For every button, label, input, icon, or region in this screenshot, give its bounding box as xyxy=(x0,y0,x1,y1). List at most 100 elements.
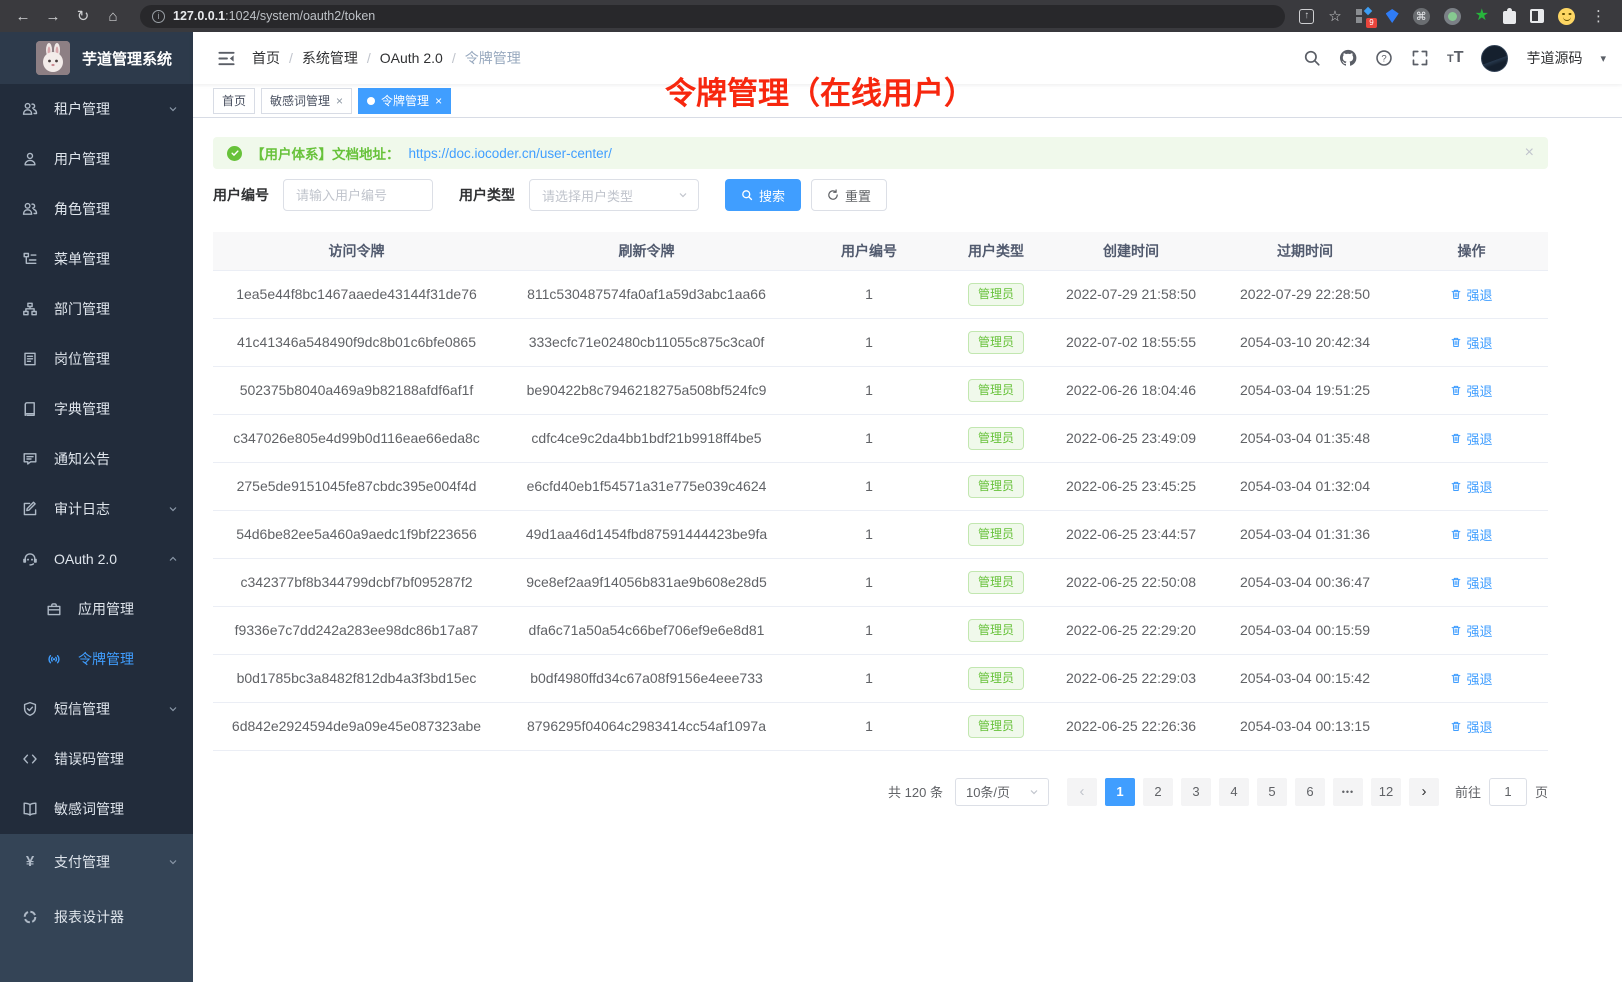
close-icon[interactable]: × xyxy=(435,95,442,107)
force-logout-label: 强退 xyxy=(1466,669,1492,688)
username[interactable]: 芋道源码 xyxy=(1526,48,1582,68)
page-button-5[interactable]: 5 xyxy=(1257,778,1287,806)
user-avatar[interactable] xyxy=(1481,45,1508,72)
font-size-icon[interactable]: TT xyxy=(1447,49,1464,67)
sidebar-item-sensitive-word[interactable]: 敏感词管理 xyxy=(0,784,193,834)
close-icon[interactable]: × xyxy=(336,95,343,107)
cell-user-id: 1 xyxy=(793,462,945,510)
sidebar-item-audit-log[interactable]: 审计日志 xyxy=(0,484,193,534)
sidebar-item-user[interactable]: 用户管理 xyxy=(0,134,193,184)
cell-created-time: 2022-06-25 22:26:36 xyxy=(1047,702,1215,750)
sidebar-item-sms[interactable]: 短信管理 xyxy=(0,684,193,734)
goto-page-input[interactable] xyxy=(1489,778,1527,806)
cell-refresh-token: dfa6c71a50a54c66bef706ef9e6e8d81 xyxy=(500,606,793,654)
breadcrumb-system[interactable]: 系统管理 xyxy=(302,48,358,68)
page-button-3[interactable]: 3 xyxy=(1181,778,1211,806)
prev-page-button[interactable]: ‹ xyxy=(1067,778,1097,806)
sidebar-item-oauth[interactable]: OAuth 2.0 xyxy=(0,534,193,584)
sidebar-item-menu[interactable]: 菜单管理 xyxy=(0,234,193,284)
share-icon[interactable]: ↑ xyxy=(1299,9,1314,24)
user-type-badge: 管理员 xyxy=(968,523,1024,546)
breadcrumb-oauth[interactable]: OAuth 2.0 xyxy=(380,50,443,66)
sidebar-item-report-designer[interactable]: 报表设计器 xyxy=(0,889,193,944)
sidebar-item-post[interactable]: 岗位管理 xyxy=(0,334,193,384)
fullscreen-icon[interactable] xyxy=(1411,49,1429,67)
record-extension-icon[interactable] xyxy=(1444,8,1461,25)
browser-back-button[interactable]: ← xyxy=(10,3,36,29)
force-logout-button[interactable]: 强退 xyxy=(1450,381,1492,400)
page-size-select[interactable]: 10条/页 xyxy=(955,778,1049,806)
search-button[interactable]: 搜索 xyxy=(725,179,801,211)
browser-home-button[interactable]: ⌂ xyxy=(100,3,126,29)
sidebar-item-label: 短信管理 xyxy=(54,699,151,719)
force-logout-button[interactable]: 强退 xyxy=(1450,525,1492,544)
force-logout-button[interactable]: 强退 xyxy=(1450,477,1492,496)
tab-home[interactable]: 首页 xyxy=(213,88,255,114)
force-logout-button[interactable]: 强退 xyxy=(1450,285,1492,304)
sidebar-item-label: 字典管理 xyxy=(54,399,179,419)
sidebar-item-oauth-token[interactable]: 令牌管理 xyxy=(0,634,193,684)
command-extension-icon[interactable]: ⌘ xyxy=(1413,8,1430,25)
page-button-2[interactable]: 2 xyxy=(1143,778,1173,806)
breadcrumb-home[interactable]: 首页 xyxy=(252,48,280,68)
extension-blocks-icon[interactable]: 9 xyxy=(1356,8,1372,24)
reset-button[interactable]: 重置 xyxy=(811,179,887,211)
table-header-row: 访问令牌 刷新令牌 用户编号 用户类型 创建时间 过期时间 操作 xyxy=(213,232,1548,270)
page-button-12[interactable]: 12 xyxy=(1371,778,1401,806)
sidebar-item-tenant[interactable]: 租户管理 xyxy=(0,84,193,134)
tab-sensitive-word[interactable]: 敏感词管理× xyxy=(261,88,352,114)
sidebar-item-dict[interactable]: 字典管理 xyxy=(0,384,193,434)
cell-created-time: 2022-06-26 18:04:46 xyxy=(1047,366,1215,414)
sidebar-item-notice[interactable]: 通知公告 xyxy=(0,434,193,484)
force-logout-button[interactable]: 强退 xyxy=(1450,669,1492,688)
page-ellipsis[interactable]: ••• xyxy=(1333,778,1363,806)
reset-button-label: 重置 xyxy=(845,186,871,205)
browser-menu-icon[interactable]: ⋮ xyxy=(1589,7,1608,25)
cell-expire-time: 2022-07-29 22:28:50 xyxy=(1215,270,1395,318)
cell-refresh-token: 333ecfc71e02480cb11055c875c3ca0f xyxy=(500,318,793,366)
next-page-button[interactable]: › xyxy=(1409,778,1439,806)
col-access-token: 访问令牌 xyxy=(213,232,500,270)
user-id-input[interactable] xyxy=(283,179,433,211)
annotation-title: 令牌管理（在线用户） xyxy=(665,68,975,113)
search-icon[interactable] xyxy=(1303,49,1321,67)
sidebar-item-dept[interactable]: 部门管理 xyxy=(0,284,193,334)
page-button-4[interactable]: 4 xyxy=(1219,778,1249,806)
page-button-6[interactable]: 6 xyxy=(1295,778,1325,806)
site-info-icon[interactable]: i xyxy=(152,10,165,23)
cell-actions: 强退 xyxy=(1395,654,1548,702)
user-type-select[interactable]: 请选择用户类型 xyxy=(529,179,699,211)
tab-token-active[interactable]: 令牌管理× xyxy=(358,88,451,114)
alert-close-icon[interactable]: × xyxy=(1525,145,1534,161)
puzzle-extensions-icon[interactable] xyxy=(1503,11,1516,24)
green-star-extension-icon[interactable]: ★ xyxy=(1475,8,1489,24)
force-logout-button[interactable]: 强退 xyxy=(1450,573,1492,592)
doc-link[interactable]: https://doc.iocoder.cn/user-center/ xyxy=(409,146,612,161)
address-bar[interactable]: i 127.0.0.1:1024/system/oauth2/token xyxy=(140,5,1285,28)
user-caret-icon[interactable]: ▾ xyxy=(1600,52,1606,65)
sidebar-item-oauth-app[interactable]: 应用管理 xyxy=(0,584,193,634)
browser-reload-button[interactable]: ↻ xyxy=(70,3,96,29)
sidebar-item-role[interactable]: 角色管理 xyxy=(0,184,193,234)
briefcase-icon xyxy=(46,601,62,617)
alert-text: 【用户体系】文档地址： xyxy=(251,143,400,163)
bookmark-star-icon[interactable]: ☆ xyxy=(1328,7,1341,25)
sidebar-collapse-icon[interactable] xyxy=(217,49,236,68)
profile-avatar-icon[interactable] xyxy=(1558,8,1575,25)
force-logout-button[interactable]: 强退 xyxy=(1450,621,1492,640)
force-logout-button[interactable]: 强退 xyxy=(1450,717,1492,736)
github-icon[interactable] xyxy=(1339,49,1357,67)
gem-extension-icon[interactable] xyxy=(1386,9,1399,23)
sidebar-item-errcode[interactable]: 错误码管理 xyxy=(0,734,193,784)
force-logout-button[interactable]: 强退 xyxy=(1450,429,1492,448)
force-logout-button[interactable]: 强退 xyxy=(1450,333,1492,352)
side-panel-icon[interactable] xyxy=(1530,9,1544,23)
help-icon[interactable]: ? xyxy=(1375,49,1393,67)
page-button-1[interactable]: 1 xyxy=(1105,778,1135,806)
sidebar-item-pay[interactable]: ¥ 支付管理 xyxy=(0,834,193,889)
browser-forward-button[interactable]: → xyxy=(40,3,66,29)
page-content: 【用户体系】文档地址： https://doc.iocoder.cn/user-… xyxy=(193,118,1622,806)
url-text: 127.0.0.1:1024/system/oauth2/token xyxy=(173,9,375,23)
tab-label: 首页 xyxy=(222,92,246,109)
force-logout-label: 强退 xyxy=(1466,429,1492,448)
